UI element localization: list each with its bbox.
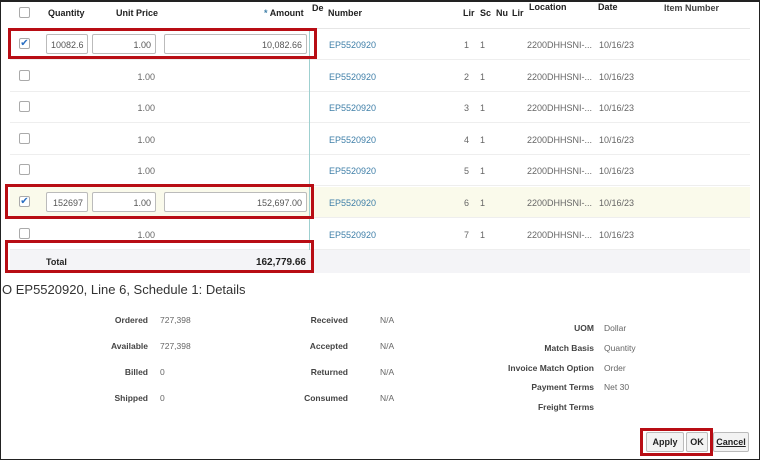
detail-value: 0 [160,367,165,377]
date: 10/16/23 [599,166,635,177]
col-location[interactable]: Location [529,2,567,12]
col-schedule[interactable]: Sc [480,8,491,18]
po-number-link[interactable]: EP5520920 [329,103,376,113]
table-row[interactable]: 1.00 EP5520920 5 1 2200DHHSNI-... 10/16/23 [10,155,750,187]
col-amount[interactable]: Amount [270,8,304,18]
detail-label: Shipped [114,393,148,403]
schedule-number: 1 [480,40,486,50]
required-marker: * [264,8,268,18]
location: 2200DHHSNI-... [527,40,593,50]
table-row[interactable]: 1.00 EP5520920 4 1 2200DHHSNI-... 10/16/23 [10,124,750,155]
detail-label: Ordered [114,315,148,325]
col-item-number[interactable]: Item Number [664,3,719,13]
highlight-row-6 [5,184,314,219]
schedule-number: 1 [480,134,486,145]
unit-price: 1.00 [137,134,155,145]
detail-value: N/A [380,393,395,403]
detail-value: 727,398 [160,315,191,325]
detail-value: N/A [380,315,395,325]
detail-value: Dollar [604,323,627,333]
unit-price: 1.00 [137,71,155,82]
unit-price: 1.00 [137,229,155,240]
location: 2200DHHSNI-... [527,103,593,114]
line-number: 6 [464,198,470,208]
highlight-row-1 [8,28,317,59]
line-number: 5 [464,166,470,177]
date: 10/16/23 [599,134,635,145]
table-row[interactable]: 1.00 EP5520920 3 1 2200DHHSNI-... 10/16/23 [10,92,750,124]
detail-value: N/A [380,341,395,351]
detail-label: Payment Terms [531,382,594,393]
row-checkbox[interactable] [19,227,30,239]
po-number-link[interactable]: EP5520920 [329,72,376,82]
schedule-number: 1 [480,103,486,114]
detail-value: N/A [380,367,395,377]
table-header: Quantity Unit Price * Amount De Number L… [10,0,750,29]
date: 10/16/23 [599,71,635,82]
line-number: 1 [464,40,470,50]
location: 2200DHHSNI-... [527,71,593,82]
table-row[interactable]: 1.00 EP5520920 2 1 2200DHHSNI-... 10/16/23 [10,61,750,92]
detail-value: Quantity [604,342,636,353]
detail-label: Accepted [309,341,348,351]
detail-label: UOM [574,323,594,333]
schedule-number: 1 [480,229,486,240]
schedule-number: 1 [480,71,486,82]
unit-price: 1.00 [137,166,155,177]
row-checkbox[interactable] [19,101,30,113]
col-unit-price[interactable]: Unit Price [116,8,158,18]
detail-label: Freight Terms [537,402,594,413]
col-num[interactable]: Nu [496,8,508,18]
row-checkbox[interactable] [19,164,30,176]
details-title: O EP5520920, Line 6, Schedule 1: Details [2,282,246,297]
date: 10/16/23 [599,103,635,114]
line-number: 7 [464,229,470,240]
detail-value: Net 30 [604,382,630,393]
row-checkbox[interactable] [19,132,30,144]
detail-label: Returned [310,367,348,377]
date: 10/16/23 [599,198,635,208]
line-number: 2 [464,71,470,82]
po-number-link[interactable]: EP5520920 [329,166,376,176]
detail-label: Available [110,341,148,351]
date: 10/16/23 [599,40,635,50]
detail-label: Match Basis [544,342,594,353]
detail-label: Billed [124,367,148,377]
po-number-link[interactable]: EP5520920 [329,40,376,50]
schedule-number: 1 [480,198,486,208]
cancel-button[interactable]: Cancel [713,432,749,452]
po-number-link[interactable]: EP5520920 [329,135,376,145]
location: 2200DHHSNI-... [527,229,593,240]
col-lir2[interactable]: Lir [512,8,524,18]
detail-label: Received [310,315,348,325]
po-number-link[interactable]: EP5520920 [329,230,376,240]
col-line[interactable]: Lir [463,8,475,18]
detail-value: 0 [160,393,165,403]
unit-price: 1.00 [137,103,155,114]
row-checkbox[interactable] [19,69,30,81]
col-quantity[interactable]: Quantity [48,8,85,18]
select-all-checkbox[interactable] [19,7,30,18]
detail-value: 727,398 [160,341,191,351]
detail-label: Invoice Match Option [508,362,594,373]
line-number: 3 [464,103,470,114]
detail-label: Consumed [304,393,348,403]
line-number: 4 [464,134,470,145]
col-date[interactable]: Date [598,2,618,12]
date: 10/16/23 [599,229,635,240]
highlight-buttons [640,428,713,456]
location: 2200DHHSNI-... [527,134,593,145]
location: 2200DHHSNI-... [527,198,593,208]
po-number-link[interactable]: EP5520920 [329,198,376,208]
highlight-total [5,240,314,273]
schedule-number: 1 [480,166,486,177]
location: 2200DHHSNI-... [527,166,593,177]
col-number[interactable]: Number [328,8,362,18]
detail-value: Order [604,362,626,373]
col-de[interactable]: De [312,3,324,13]
